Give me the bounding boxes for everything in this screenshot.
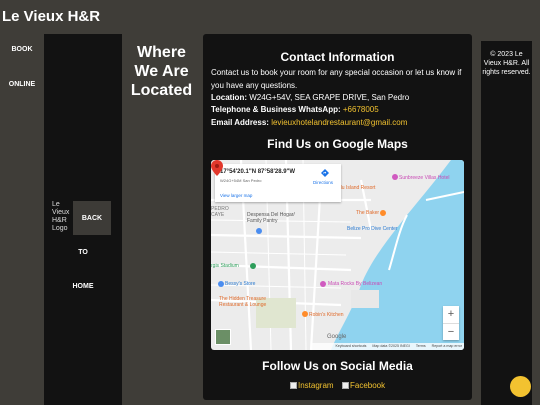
contact-title: Contact Information — [280, 50, 395, 64]
map-coordinates: 17°54'20.1"N 87°58'28.9"W — [220, 169, 296, 175]
location-value: W24G+54V, SEA GRAPE DRIVE, San Pedro — [249, 93, 410, 102]
site-title: Le Vieux H&R — [2, 8, 101, 25]
facebook-link[interactable]: Facebook — [342, 381, 385, 390]
instagram-label: Instagram — [298, 381, 334, 390]
map-label-despensa: Despensa Del Hogar/ Family Pantry — [247, 212, 295, 224]
map-label-bessy: Bessy's Store — [225, 281, 256, 287]
map-label-hidden-treasure: The Hidden Treasure Restaurant & Lounge — [219, 296, 267, 308]
home-link[interactable]: HOME — [44, 283, 122, 290]
contact-intro: Contact us to book your room for any spe… — [211, 68, 462, 90]
map-label-sunbreeze: Sunbreeze Villas Hotel — [399, 175, 450, 181]
map-plus-code: W24G+54M San Pedro — [220, 178, 262, 183]
phone-label: Telephone & Business WhatsApp: — [211, 105, 341, 114]
zoom-in-button[interactable]: + — [443, 306, 459, 323]
google-map[interactable]: du Island Resort Sunbreeze Villas Hotel … — [211, 160, 464, 350]
map-label-robins: Robin's Kitchen — [309, 312, 344, 318]
directions-link[interactable]: Directions — [313, 180, 333, 185]
side-nav: BOOK ONLINE — [0, 34, 44, 405]
map-label-stadium: rgis Stadium — [211, 263, 239, 269]
phone-line: Telephone & Business WhatsApp: +6678005 — [211, 105, 379, 114]
copyright-text: © 2023 Le Vieux H&R. All rights reserved… — [482, 51, 531, 76]
contact-card: Contact Information Contact us to book y… — [203, 34, 472, 400]
social-title: Follow Us on Social Media — [262, 359, 413, 373]
keyboard-shortcuts-link[interactable]: Keyboard shortcuts — [335, 344, 366, 348]
location-line: Location: W24G+54V, SEA GRAPE DRIVE, San… — [211, 93, 409, 102]
zoom-out-button[interactable]: − — [443, 323, 459, 340]
facebook-label: Facebook — [350, 381, 386, 390]
logo-image: Le Vieux H&R Logo — [52, 201, 70, 232]
email-line: Email Address: levieuxhotelandrestaurant… — [211, 118, 407, 127]
map-footer: Keyboard shortcuts Map data ©2025 INEGI … — [311, 343, 464, 350]
email-link[interactable]: levieuxhotelandrestaurant@gmail.com — [271, 118, 407, 127]
map-info-card: 17°54'20.1"N 87°58'28.9"W W24G+54M San P… — [215, 164, 341, 202]
report-error-link[interactable]: Report a map error — [432, 344, 462, 348]
instagram-link[interactable]: Instagram — [290, 381, 334, 390]
instagram-icon — [290, 382, 297, 389]
location-label: Location: — [211, 93, 247, 102]
location-pin-icon — [211, 160, 223, 176]
phone-link[interactable]: +6678005 — [343, 105, 379, 114]
google-logo: Google — [327, 334, 347, 340]
zoom-control: + − — [443, 306, 459, 340]
where-title: Where We Are Located — [130, 44, 193, 99]
facebook-icon — [342, 382, 349, 389]
book-online-link-online[interactable]: ONLINE — [0, 81, 44, 88]
chat-button[interactable] — [510, 376, 531, 397]
terms-link[interactable]: Terms — [416, 344, 426, 348]
map-label-pedro-caye: PEDRO CAYE — [211, 206, 229, 218]
view-larger-map-link[interactable]: View larger map — [220, 193, 252, 198]
back-button[interactable]: BACK — [73, 201, 111, 235]
email-label: Email Address: — [211, 118, 269, 127]
satellite-toggle[interactable] — [215, 329, 231, 345]
map-label-mata-rocks: Mata Rocks By Belizean — [328, 281, 383, 287]
map-label-the-baker: The Baker — [356, 210, 380, 216]
map-data-text: Map data ©2025 INEGI — [372, 344, 410, 348]
maps-title: Find Us on Google Maps — [267, 137, 408, 151]
logo-column: Le Vieux H&R Logo BACK TO HOME — [44, 34, 122, 405]
book-online-link-book[interactable]: BOOK — [0, 46, 44, 53]
to-link[interactable]: TO — [44, 249, 122, 256]
map-label-belize-pro: Belize Pro Dive Center — [347, 226, 398, 232]
map-label-island-resort: du Island Resort — [339, 185, 376, 191]
directions-icon[interactable] — [321, 169, 329, 177]
copyright-panel: © 2023 Le Vieux H&R. All rights reserved… — [481, 41, 532, 405]
